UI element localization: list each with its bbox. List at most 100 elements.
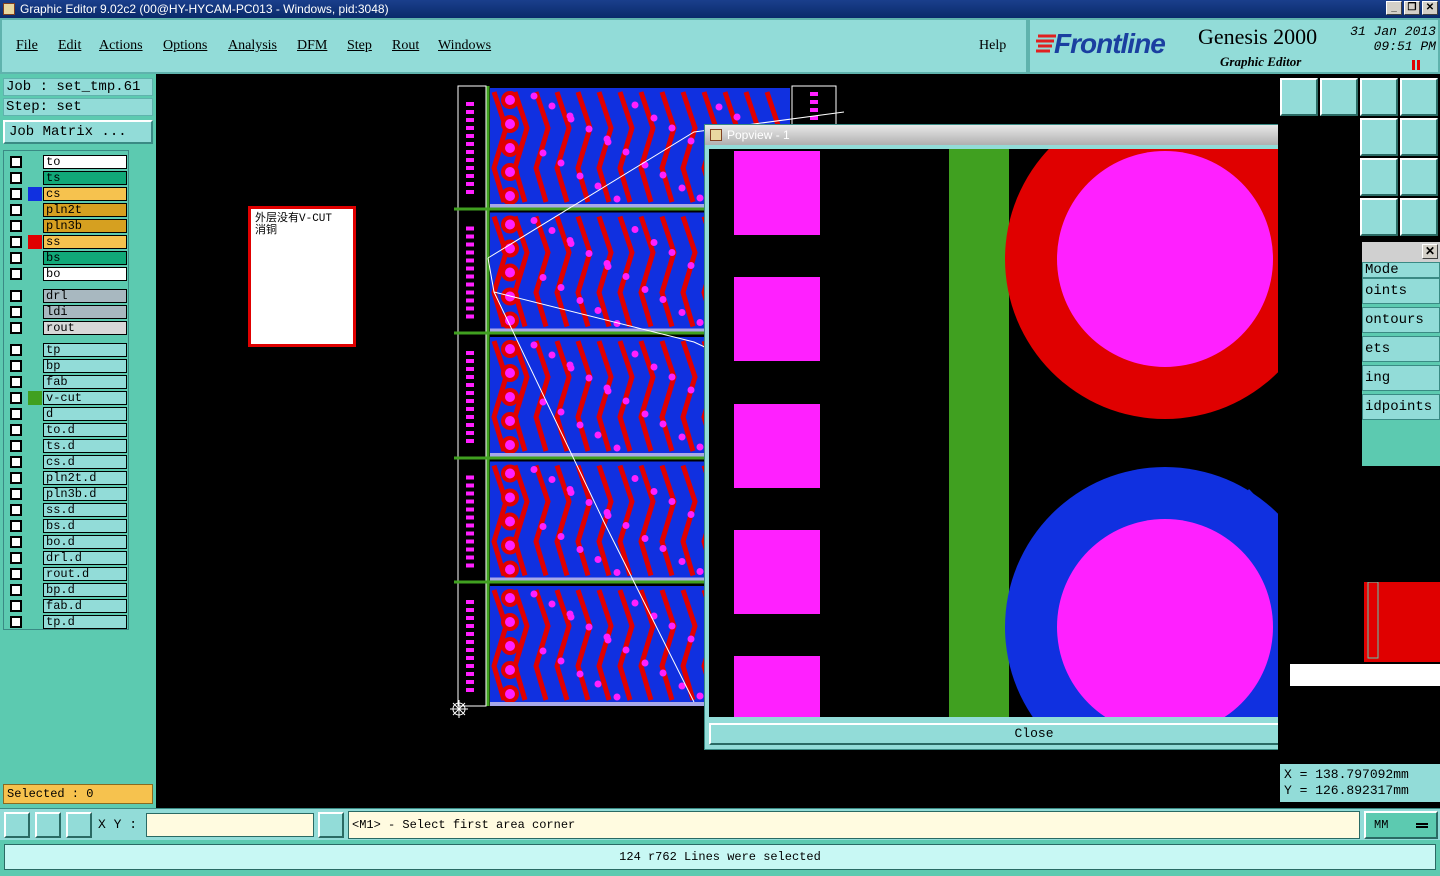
- job-matrix-button[interactable]: Job Matrix ...: [3, 120, 153, 144]
- layer-row-v-cut[interactable]: v-cut: [7, 391, 127, 405]
- popview-canvas[interactable]: [709, 149, 1325, 717]
- layer-checkbox[interactable]: [10, 440, 22, 452]
- layer-checkbox[interactable]: [10, 268, 22, 280]
- units-select[interactable]: MM: [1364, 811, 1438, 839]
- grid-tool-icon[interactable]: [66, 812, 92, 838]
- layer-checkbox[interactable]: [10, 360, 22, 372]
- layer-color-swatch[interactable]: [28, 171, 42, 185]
- layer-name[interactable]: bo.d: [43, 535, 127, 549]
- layer-name[interactable]: bo: [43, 267, 127, 281]
- menu-edit[interactable]: Edit: [58, 38, 81, 54]
- snap-icon[interactable]: [1360, 118, 1398, 156]
- menu-windows[interactable]: Windows: [438, 38, 491, 54]
- help-question-icon[interactable]: [1400, 158, 1438, 196]
- angle-tool-icon[interactable]: [35, 812, 61, 838]
- layer-row-fab-d[interactable]: fab.d: [7, 599, 127, 613]
- layer-color-swatch[interactable]: [28, 187, 42, 201]
- layer-row-pln3b-d[interactable]: pln3b.d: [7, 487, 127, 501]
- layer-color-swatch[interactable]: [28, 615, 42, 629]
- menu-step[interactable]: Step: [347, 38, 372, 54]
- layer-name[interactable]: ts.d: [43, 439, 127, 453]
- line-tool-icon[interactable]: [4, 812, 30, 838]
- layer-row-rout[interactable]: rout: [7, 321, 127, 335]
- menu-dfm[interactable]: DFM: [297, 38, 327, 54]
- layer-row-pln2t-d[interactable]: pln2t.d: [7, 471, 127, 485]
- layer-color-swatch[interactable]: [28, 551, 42, 565]
- pause-icon[interactable]: [1412, 60, 1420, 70]
- menu-analysis[interactable]: Analysis: [228, 38, 277, 54]
- layer-name[interactable]: ss.d: [43, 503, 127, 517]
- layer-row-fab[interactable]: fab: [7, 375, 127, 389]
- layer-name[interactable]: ss: [43, 235, 127, 249]
- layer-row-ts[interactable]: ts: [7, 171, 127, 185]
- layer-row-bs-d[interactable]: bs.d: [7, 519, 127, 533]
- layer-row-drl[interactable]: drl: [7, 289, 127, 303]
- snap-ing-button[interactable]: ing: [1362, 365, 1440, 391]
- layer-name[interactable]: tp.d: [43, 615, 127, 629]
- layer-name[interactable]: rout: [43, 321, 127, 335]
- layer-name[interactable]: bs.d: [43, 519, 127, 533]
- layer-row-pln3b[interactable]: pln3b: [7, 219, 127, 233]
- layer-name[interactable]: bs: [43, 251, 127, 265]
- layer-row-drl-d[interactable]: drl.d: [7, 551, 127, 565]
- layer-name[interactable]: tp: [43, 343, 127, 357]
- layer-name[interactable]: d: [43, 407, 127, 421]
- layer-checkbox[interactable]: [10, 252, 22, 264]
- layer-color-swatch[interactable]: [28, 251, 42, 265]
- layer-checkbox[interactable]: [10, 236, 22, 248]
- layer-checkbox[interactable]: [10, 408, 22, 420]
- layer-color-swatch[interactable]: [28, 407, 42, 421]
- layer-checkbox[interactable]: [10, 536, 22, 548]
- layer-row-bo-d[interactable]: bo.d: [7, 535, 127, 549]
- layer-color-swatch[interactable]: [28, 439, 42, 453]
- layer-checkbox[interactable]: [10, 504, 22, 516]
- layer-row-bp[interactable]: bp: [7, 359, 127, 373]
- layer-name[interactable]: rout.d: [43, 567, 127, 581]
- layer-name[interactable]: fab: [43, 375, 127, 389]
- menu-file[interactable]: File: [16, 38, 38, 54]
- layer-checkbox[interactable]: [10, 392, 22, 404]
- layer-name[interactable]: to: [43, 155, 127, 169]
- layer-row-ldi[interactable]: ldi: [7, 305, 127, 319]
- snap-midpoints-button[interactable]: idpoints: [1362, 394, 1440, 420]
- layer-color-swatch[interactable]: [28, 503, 42, 517]
- layer-color-swatch[interactable]: [28, 535, 42, 549]
- layer-color-swatch[interactable]: [28, 391, 42, 405]
- layer-color-swatch[interactable]: [28, 471, 42, 485]
- layer-row-rout-d[interactable]: rout.d: [7, 567, 127, 581]
- layer-checkbox[interactable]: [10, 376, 22, 388]
- menu-options[interactable]: Options: [163, 38, 207, 54]
- layer-color-swatch[interactable]: [28, 423, 42, 437]
- layer-checkbox[interactable]: [10, 472, 22, 484]
- snap-points-button[interactable]: oints: [1362, 278, 1440, 304]
- zoom-home-icon[interactable]: [1280, 78, 1318, 116]
- layer-checkbox[interactable]: [10, 568, 22, 580]
- layer-name[interactable]: drl: [43, 289, 127, 303]
- layer-checkbox[interactable]: [10, 306, 22, 318]
- layer-row-ss-d[interactable]: ss.d: [7, 503, 127, 517]
- menu-actions[interactable]: Actions: [99, 38, 143, 54]
- layer-row-bs[interactable]: bs: [7, 251, 127, 265]
- snap-nets-button[interactable]: ets: [1362, 336, 1440, 362]
- layer-row-cs-d[interactable]: cs.d: [7, 455, 127, 469]
- layer-row-to[interactable]: to: [7, 155, 127, 169]
- layer-checkbox[interactable]: [10, 552, 22, 564]
- layer-row-tp[interactable]: tp: [7, 343, 127, 357]
- minimize-button[interactable]: _: [1386, 1, 1402, 15]
- layer-color-swatch[interactable]: [28, 155, 42, 169]
- layer-name[interactable]: v-cut: [43, 391, 127, 405]
- layer-name[interactable]: pln3b.d: [43, 487, 127, 501]
- layer-color-swatch[interactable]: [28, 359, 42, 373]
- close-window-button[interactable]: ✕: [1422, 1, 1438, 15]
- layer-color-swatch[interactable]: [28, 321, 42, 335]
- layer-name[interactable]: to.d: [43, 423, 127, 437]
- restore-button[interactable]: ❐: [1404, 1, 1420, 15]
- layer-checkbox[interactable]: [10, 290, 22, 302]
- layer-checkbox[interactable]: [10, 220, 22, 232]
- layer-checkbox[interactable]: [10, 344, 22, 356]
- menu-help[interactable]: Help: [979, 38, 1006, 54]
- popview-close-button[interactable]: Close: [709, 723, 1359, 745]
- layer-name[interactable]: cs.d: [43, 455, 127, 469]
- layer-checkbox[interactable]: [10, 616, 22, 628]
- layer-name[interactable]: cs: [43, 187, 127, 201]
